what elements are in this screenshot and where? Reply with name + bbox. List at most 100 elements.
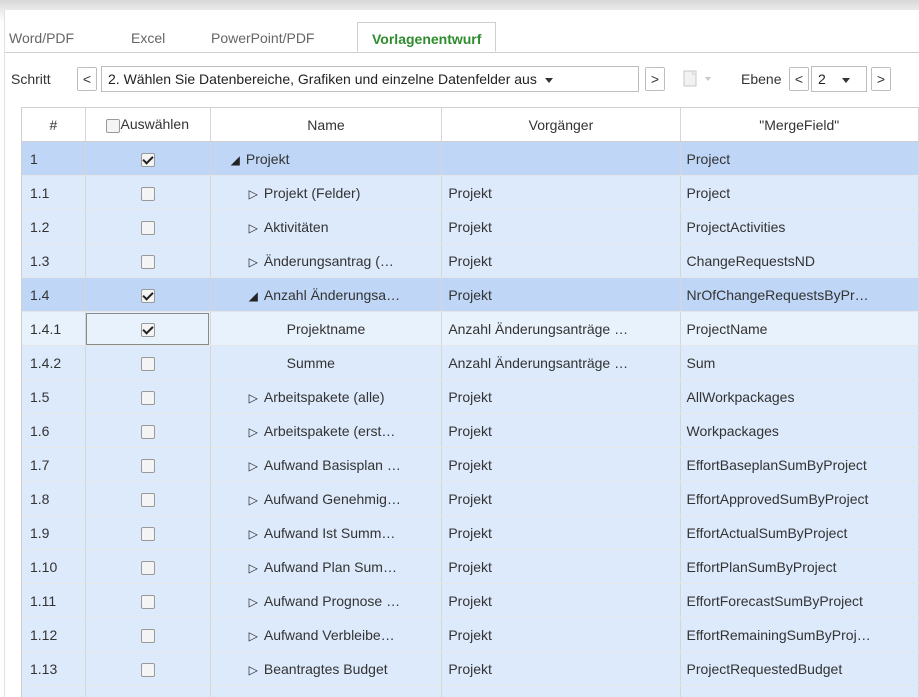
collapsed-triangle-icon[interactable]: ▷ bbox=[249, 595, 258, 609]
name-cell[interactable]: ▷ Aufwand Plan Sum… bbox=[210, 549, 443, 584]
table-row[interactable]: 1.7 ▷ Aufwand Basisplan … Projekt EffortBase… bbox=[22, 447, 919, 482]
collapsed-triangle-icon[interactable]: ▷ bbox=[249, 459, 258, 473]
name-cell[interactable]: ▷Beantragtes Budget bbox=[210, 651, 443, 686]
row-checkbox[interactable] bbox=[140, 390, 155, 405]
column-header-predecessor[interactable]: Vorgänger bbox=[441, 108, 681, 142]
table-row[interactable]: 1.2 ▷ Aktivitäten Projekt ProjectActivities bbox=[22, 209, 919, 244]
row-select-cell[interactable] bbox=[85, 209, 211, 244]
column-header-select[interactable]: Auswählen bbox=[85, 108, 211, 142]
row-select-cell[interactable] bbox=[85, 379, 211, 414]
collapsed-triangle-icon[interactable]: ▷ bbox=[249, 425, 258, 439]
table-row[interactable]: 1.13 ▷ Beantragtes Budget Projekt ProjectReq… bbox=[22, 651, 919, 686]
row-checkbox[interactable] bbox=[140, 594, 155, 609]
level-select[interactable]: 2 bbox=[811, 66, 867, 92]
row-checkbox[interactable] bbox=[140, 458, 155, 473]
row-select-cell[interactable] bbox=[85, 651, 211, 686]
row-select-cell[interactable] bbox=[85, 141, 211, 176]
name-cell[interactable]: ▷ Arbeitspakete (erst… bbox=[210, 413, 443, 448]
tab-powerpoint-pdf[interactable]: PowerPoint/PDF bbox=[211, 24, 314, 52]
name-cell[interactable]: ▷Beantragtes Budget bbox=[210, 685, 443, 697]
expanded-triangle-icon[interactable]: ◢ bbox=[249, 289, 258, 303]
column-header-number[interactable]: # bbox=[22, 108, 86, 142]
row-select-cell[interactable] bbox=[85, 481, 211, 516]
collapsed-triangle-icon[interactable]: ▷ bbox=[249, 221, 258, 235]
table-row[interactable]: 1.8 ▷ Aufwand Genehmig… Projekt EffortApprov… bbox=[22, 481, 919, 516]
collapsed-triangle-icon[interactable]: ▷ bbox=[249, 527, 258, 541]
name-cell[interactable]: Projektname bbox=[210, 311, 443, 346]
next-step-button[interactable]: > bbox=[645, 67, 665, 91]
collapsed-triangle-icon[interactable]: ▷ bbox=[249, 629, 258, 643]
row-checkbox[interactable] bbox=[140, 254, 155, 269]
row-checkbox[interactable] bbox=[140, 424, 155, 439]
row-checkbox[interactable] bbox=[140, 560, 155, 575]
table-row[interactable]: 1.11 ▷ Aufwand Prognose … Projekt EffortFore… bbox=[22, 583, 919, 618]
table-row[interactable]: 1.9 ▷ Aufwand Ist Summ… Projekt EffortActual… bbox=[22, 515, 919, 550]
row-checkbox[interactable] bbox=[140, 662, 155, 677]
step-select[interactable]: 2. Wählen Sie Datenbereiche, Grafiken un… bbox=[101, 66, 639, 92]
name-cell[interactable]: ▷ Aufwand Prognose … bbox=[210, 583, 443, 618]
name-cell[interactable]: ◢ Anzahl Änderungsa… bbox=[210, 277, 443, 312]
level-select-value: 2 bbox=[818, 71, 826, 87]
collapsed-triangle-icon[interactable]: ▷ bbox=[249, 493, 258, 507]
collapsed-triangle-icon[interactable]: ▷ bbox=[249, 187, 258, 201]
row-select-cell[interactable] bbox=[85, 413, 211, 448]
name-cell[interactable]: ▷ Aktivitäten bbox=[210, 209, 443, 244]
name-cell[interactable]: ▷ Arbeitspakete (alle) bbox=[210, 379, 443, 414]
name-cell[interactable]: ▷ Aufwand Verbleibe… bbox=[210, 617, 443, 652]
row-checkbox[interactable] bbox=[140, 288, 155, 303]
next-level-button[interactable]: > bbox=[871, 67, 891, 91]
collapsed-triangle-icon[interactable]: ▷ bbox=[249, 255, 258, 269]
row-checkbox[interactable] bbox=[140, 356, 155, 371]
collapsed-triangle-icon[interactable]: ▷ bbox=[249, 663, 258, 677]
row-select-cell[interactable] bbox=[85, 447, 211, 482]
tab-excel[interactable]: Excel bbox=[131, 24, 165, 52]
table-row[interactable]: 1.4 ◢ Anzahl Änderungsa… Projekt NrOfChangeR… bbox=[22, 277, 919, 312]
table-row[interactable]: 1.5 ▷ Arbeitspakete (alle) Projekt AllWorkpa… bbox=[22, 379, 919, 414]
column-header-name[interactable]: Name bbox=[210, 108, 443, 142]
table-row[interactable]: 1.10 ▷ Aufwand Plan Sum… Projekt EffortPlanS… bbox=[22, 549, 919, 584]
table-row[interactable]: 1.12 ▷ Aufwand Verbleibe… Projekt EffortRema… bbox=[22, 617, 919, 652]
export-document-button[interactable] bbox=[681, 69, 719, 89]
name-cell[interactable]: ▷ Aufwand Ist Summ… bbox=[210, 515, 443, 550]
row-select-cell[interactable] bbox=[85, 549, 211, 584]
row-checkbox[interactable] bbox=[140, 526, 155, 541]
name-cell[interactable]: ▷ Aufwand Basisplan … bbox=[210, 447, 443, 482]
row-select-cell[interactable] bbox=[85, 243, 211, 278]
row-checkbox[interactable] bbox=[140, 628, 155, 643]
row-checkbox[interactable] bbox=[140, 186, 155, 201]
name-cell[interactable]: ▷ Aufwand Genehmig… bbox=[210, 481, 443, 516]
row-checkbox[interactable] bbox=[140, 492, 155, 507]
row-checkbox[interactable] bbox=[140, 220, 155, 235]
row-select-cell[interactable] bbox=[85, 277, 211, 312]
name-cell[interactable]: ◢ Projekt bbox=[210, 141, 443, 176]
table-row[interactable]: 1.4.2 Summe Anzahl Änderungsanträge … Sum bbox=[22, 345, 919, 380]
row-select-cell[interactable] bbox=[85, 685, 211, 697]
select-all-checkbox[interactable] bbox=[106, 118, 121, 133]
name-cell[interactable]: ▷ Projekt (Felder) bbox=[210, 175, 443, 210]
collapsed-triangle-icon[interactable]: ▷ bbox=[249, 391, 258, 405]
table-row[interactable]: 1.3 ▷ Änderungsantrag (… Projekt ChangeReque… bbox=[22, 243, 919, 278]
row-select-cell[interactable] bbox=[85, 311, 211, 346]
table-row[interactable]: 1.14 ▷Beantragtes BudgetProjektRequestedB… bbox=[22, 685, 919, 697]
name-cell[interactable]: Summe bbox=[210, 345, 443, 380]
row-select-cell[interactable] bbox=[85, 617, 211, 652]
previous-step-button[interactable]: < bbox=[77, 67, 97, 91]
table-row[interactable]: 1.1 ▷ Projekt (Felder) Projekt Project bbox=[22, 175, 919, 210]
row-select-cell[interactable] bbox=[85, 583, 211, 618]
collapsed-triangle-icon[interactable]: ▷ bbox=[249, 561, 258, 575]
tab-vorlagenentwurf[interactable]: Vorlagenentwurf bbox=[357, 22, 497, 52]
expanded-triangle-icon[interactable]: ◢ bbox=[231, 153, 240, 167]
row-select-cell[interactable] bbox=[85, 515, 211, 550]
previous-level-button[interactable]: < bbox=[789, 67, 809, 91]
row-select-cell[interactable] bbox=[85, 345, 211, 380]
name-cell[interactable]: ▷ Änderungsantrag (… bbox=[210, 243, 443, 278]
row-select-cell[interactable] bbox=[85, 175, 211, 210]
mergefield-cell: NrOfChangeRequestsByPr… bbox=[680, 277, 919, 312]
table-row[interactable]: 1.6 ▷ Arbeitspakete (erst… Projekt Workpacka… bbox=[22, 413, 919, 448]
row-checkbox[interactable] bbox=[140, 152, 155, 167]
column-header-mergefield[interactable]: "MergeField" bbox=[680, 108, 919, 142]
table-row[interactable]: 1.4.1 Projektname Anzahl Änderungsanträge … bbox=[22, 311, 919, 346]
row-checkbox[interactable] bbox=[140, 322, 155, 337]
tab-word-pdf[interactable]: Word/PDF bbox=[9, 24, 74, 52]
table-row[interactable]: 1 ◢ Projekt Project bbox=[22, 141, 919, 176]
